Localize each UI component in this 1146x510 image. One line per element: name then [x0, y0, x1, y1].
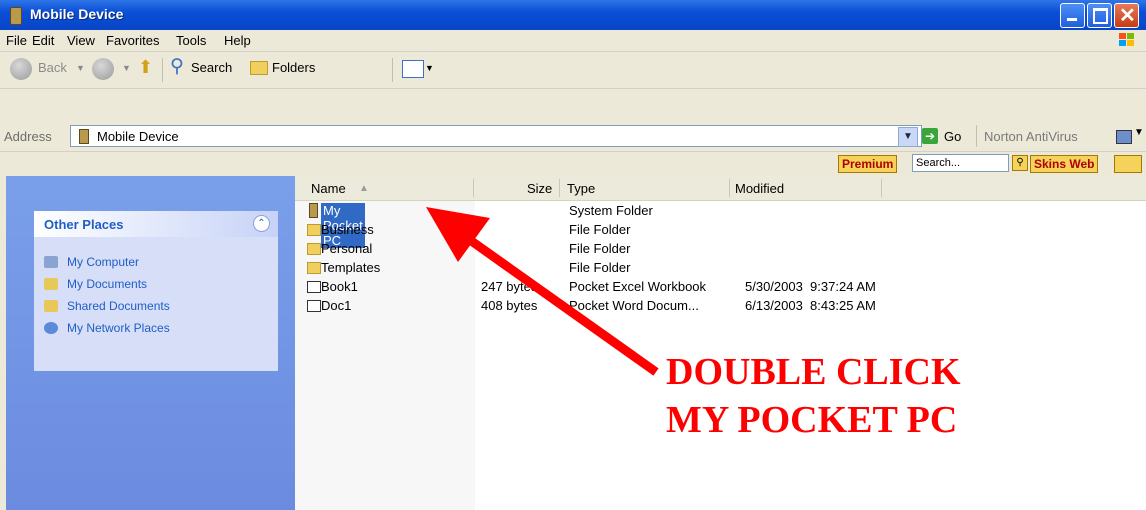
annotation-line-2: MY POCKET PC [666, 399, 958, 441]
annotation-line-1: DOUBLE CLICK [666, 351, 961, 393]
annotation-arrow-icon [426, 207, 659, 376]
